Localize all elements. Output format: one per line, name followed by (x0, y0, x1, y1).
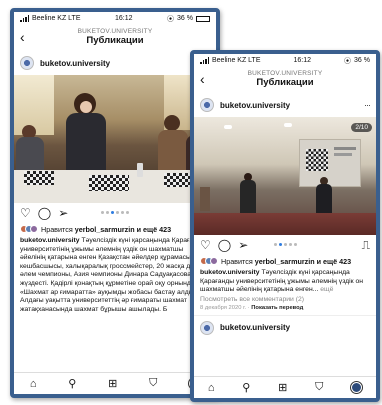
nav-subtitle: BUKETOV.UNIVERSITY (77, 28, 153, 35)
shop-icon[interactable]: ⛉ (315, 381, 323, 394)
carousel-counter: 2/10 (351, 123, 372, 132)
post-date: 8 декабря 2020 г. · (200, 304, 252, 311)
post-actions: ♡ ◯ ➢ ⎍ (194, 235, 376, 255)
back-chevron-icon[interactable]: ‹ (200, 72, 205, 86)
comment-icon[interactable]: ◯ (218, 239, 231, 251)
likes-user[interactable]: yerbol_sarmurzin (255, 257, 315, 266)
send-icon[interactable]: ➢ (238, 239, 248, 251)
post-username[interactable]: buketov.university (40, 59, 210, 68)
avatar[interactable] (200, 320, 214, 335)
page-title: Публикации (256, 77, 314, 88)
post-header: buketov.university ··· (194, 93, 376, 117)
bottom-tab-bar: ⌂ ⚲ ⊞ ⛉ (14, 372, 216, 394)
caption-text: Тәуелсіздік күні қарсаңында Қарағанды ун… (20, 237, 208, 313)
post-date-row: 8 декабря 2020 г. · Показать перевод (194, 303, 376, 311)
likes-user[interactable]: yerbol_sarmurzin (75, 225, 135, 234)
post-photo[interactable] (14, 75, 216, 203)
shop-icon[interactable]: ⛉ (149, 377, 157, 390)
post-username[interactable]: buketov.university (220, 101, 358, 110)
nav-subtitle: BUKETOV.UNIVERSITY (247, 70, 323, 77)
status-bar: Beeline KZ LTE 16:12 ⦿ 36 % (14, 12, 216, 25)
add-post-icon[interactable]: ⊞ (278, 381, 287, 394)
next-post-header: buketov.university (194, 316, 376, 340)
likes-count[interactable]: и ещё 423 (135, 225, 171, 234)
post-username[interactable]: buketov.university (220, 323, 370, 332)
battery-percent: 36 % (354, 57, 370, 64)
back-chevron-icon[interactable]: ‹ (20, 30, 25, 44)
page-title: Публикации (86, 35, 144, 46)
view-comments-link[interactable]: Посмотреть все комментарии (2) (194, 295, 376, 303)
carrier-label: Beeline KZ LTE (212, 57, 261, 64)
caption-username[interactable]: buketov.university (200, 269, 260, 276)
show-translation-link[interactable]: Показать перевод (251, 305, 303, 311)
search-icon[interactable]: ⚲ (68, 377, 76, 390)
bookmark-icon[interactable]: ⎍ (362, 239, 370, 251)
nav-bar: ‹ BUKETOV.UNIVERSITY Публикации (194, 67, 376, 93)
phone-screenshot-right: Beeline KZ LTE 16:12 ⦿ 36 % ‹ BUKETOV.UN… (190, 50, 380, 402)
liker-avatars (200, 257, 218, 265)
avatar[interactable] (200, 98, 214, 112)
status-bar: Beeline KZ LTE 16:12 ⦿ 36 % (194, 54, 376, 67)
likes-prefix: Нравится (41, 224, 75, 234)
signal-icon (200, 57, 209, 64)
send-icon[interactable]: ➢ (58, 207, 68, 219)
likes-count[interactable]: и ещё 423 (315, 257, 351, 266)
comment-icon[interactable]: ◯ (38, 207, 51, 219)
caption-more-link[interactable]: ещё (318, 286, 333, 293)
clock: 16:12 (293, 57, 312, 64)
carrier-label: Beeline KZ LTE (32, 15, 81, 22)
post-actions: ♡ ◯ ➢ ⎍ (14, 203, 216, 223)
post-header: buketov.university (14, 51, 216, 75)
post-caption: buketov.university Тәуелсіздік күні қарс… (194, 267, 376, 295)
clock: 16:12 (115, 15, 133, 22)
likes-prefix: Нравится (221, 256, 255, 266)
post-photo[interactable]: 2/10 (194, 117, 376, 235)
signal-icon (20, 15, 29, 22)
search-icon[interactable]: ⚲ (242, 381, 250, 394)
bottom-tab-bar: ⌂ ⚲ ⊞ ⛉ (194, 376, 376, 398)
alarm-icon: ⦿ (167, 15, 175, 23)
nav-bar: ‹ BUKETOV.UNIVERSITY Публикации (14, 25, 216, 51)
profile-icon[interactable] (351, 382, 363, 393)
heart-icon[interactable]: ♡ (200, 239, 211, 251)
battery-percent: 36 % (177, 15, 193, 22)
avatar[interactable] (20, 56, 34, 70)
home-icon[interactable]: ⌂ (208, 382, 215, 394)
likes-row[interactable]: Нравится yerbol_sarmurzin и ещё 423 (14, 223, 216, 235)
phone-screenshot-left: Beeline KZ LTE 16:12 ⦿ 36 % ‹ BUKETOV.UN… (10, 8, 220, 398)
heart-icon[interactable]: ♡ (20, 207, 31, 219)
alarm-icon: ⦿ (344, 57, 352, 65)
post-caption: buketov.university Тәуелсіздік күні қарс… (14, 235, 216, 314)
home-icon[interactable]: ⌂ (30, 378, 37, 390)
more-options-icon[interactable]: ··· (364, 100, 371, 110)
liker-avatars (20, 225, 38, 233)
caption-username[interactable]: buketov.university (20, 237, 80, 244)
next-post: buketov.university (194, 314, 376, 340)
add-post-icon[interactable]: ⊞ (108, 377, 117, 390)
battery-icon (195, 15, 210, 22)
likes-row[interactable]: Нравится yerbol_sarmurzin и ещё 423 (194, 255, 376, 267)
